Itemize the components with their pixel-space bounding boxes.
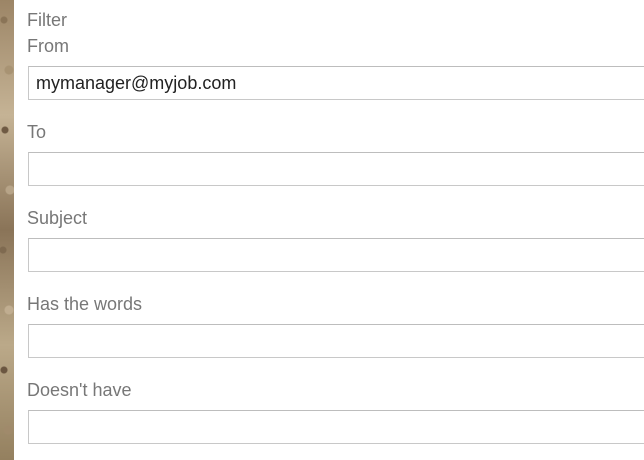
filter-heading: Filter (27, 10, 67, 30)
to-label: To (27, 122, 47, 142)
filter-dialog: Filter From To Subject Has the words Doe… (0, 0, 644, 460)
from-input[interactable] (28, 66, 644, 100)
filter-panel: Filter From To Subject Has the words Doe… (14, 0, 644, 460)
has-words-label: Has the words (27, 294, 143, 314)
doesnt-have-label: Doesn't have (27, 380, 132, 400)
to-input[interactable] (28, 152, 644, 186)
subject-input[interactable] (28, 238, 644, 272)
subject-label: Subject (27, 208, 88, 228)
has-words-input[interactable] (28, 324, 644, 358)
from-label: From (27, 36, 69, 56)
doesnt-have-input[interactable] (28, 410, 644, 444)
background-image (0, 0, 14, 460)
